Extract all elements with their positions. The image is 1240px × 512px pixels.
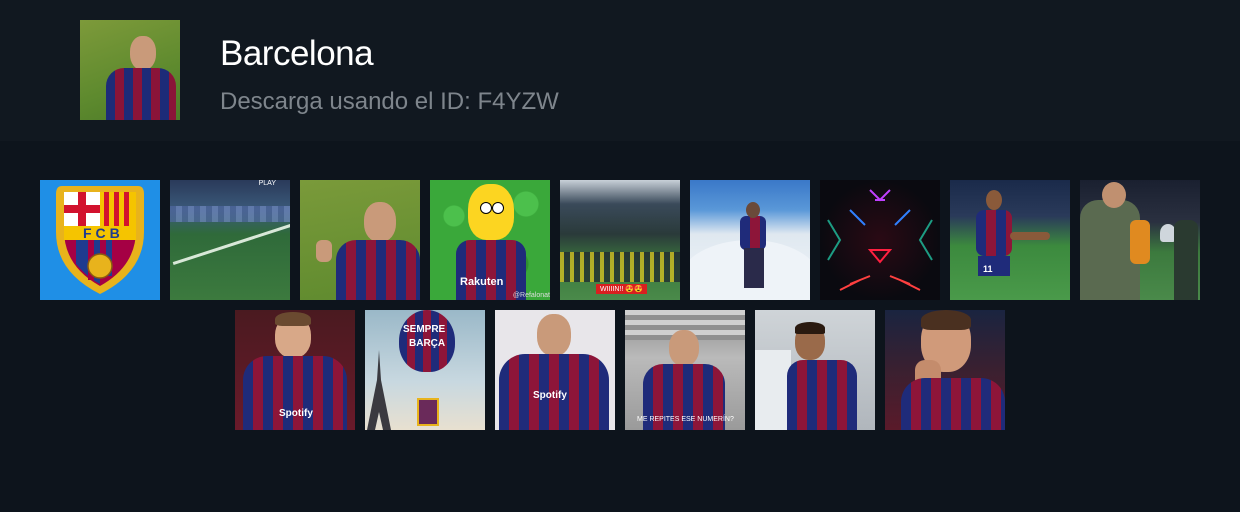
player-arm-shape <box>1010 232 1050 240</box>
player-head-shape <box>669 330 699 366</box>
homer-shirt-shape <box>456 240 526 300</box>
stand-shape <box>170 206 290 222</box>
gif-tile-lewandowski-new-kit[interactable]: Spotify <box>495 310 615 430</box>
player-shirt-shape <box>336 240 420 300</box>
crowd-shape <box>560 252 680 282</box>
gif-row-2: Spotify SEMPRE BARÇA Spotify ME REPITES … <box>0 310 1240 430</box>
orange-kit-shape <box>1130 220 1150 264</box>
seat-shape <box>755 350 791 430</box>
gif-tile-sempre-barca-balloon[interactable]: SEMPRE BARÇA <box>365 310 485 430</box>
spotify-label: Spotify <box>533 390 567 401</box>
balloon-basket-shape <box>417 398 439 426</box>
page-title: Barcelona <box>220 34 374 73</box>
subtitle-quote: ME REPITES ESE NUMERÍN? <box>637 416 734 423</box>
gif-tile-fans-celebration[interactable]: WIIIIN!! 😍😍 <box>560 180 680 300</box>
homer-eye-shape <box>480 202 492 214</box>
player-number: 11 <box>983 264 993 274</box>
avatar-head-shape <box>130 36 156 70</box>
player-legs-shape <box>744 248 764 288</box>
pitch-line-shape <box>172 221 290 266</box>
fans-banner: WIIIIN!! 😍😍 <box>596 284 647 294</box>
gif-tile-player-11-celebrating[interactable]: 11 <box>950 180 1070 300</box>
play-label: PLAY <box>258 180 276 187</box>
dark-coat-shape <box>1174 220 1198 300</box>
gif-tile-young-player-spotify-shirt[interactable]: Spotify <box>235 310 355 430</box>
gif-tile-me-repites-ese-numerin[interactable]: ME REPITES ESE NUMERÍN? <box>625 310 745 430</box>
gif-tile-messi-kiss[interactable] <box>885 310 1005 430</box>
gif-tile-lewandowski-gesture[interactable] <box>300 180 420 300</box>
header: Barcelona Descarga usando el ID: F4YZW <box>0 0 1240 141</box>
homer-credit: @Refalonat <box>512 292 550 299</box>
person-head-shape <box>1102 182 1126 208</box>
avatar-shirt-shape <box>106 68 176 120</box>
crest-text: FCB <box>83 225 124 241</box>
gif-tile-child-barca-shirt[interactable] <box>755 310 875 430</box>
player-shirt-shape <box>901 378 1005 430</box>
homer-head-shape <box>468 184 514 240</box>
balloon-text-2: BARÇA <box>409 338 446 349</box>
player-head-shape <box>364 202 396 242</box>
player-head-shape <box>986 190 1002 210</box>
gif-tile-snow-player[interactable] <box>690 180 810 300</box>
spotify-label: Spotify <box>279 408 313 419</box>
neon-pattern-icon <box>827 189 933 291</box>
gif-tile-fcb-crest[interactable]: FCB <box>40 180 160 300</box>
gif-tile-homer-barca-shirt[interactable]: Rakuten @Refalonat <box>430 180 550 300</box>
balloon-text-1: SEMPRE <box>403 324 446 335</box>
avatar <box>80 20 180 120</box>
gif-tile-neon-lights[interactable] <box>820 180 940 300</box>
player-hair-shape <box>275 312 311 326</box>
homer-shirt-sponsor: Rakuten <box>460 276 504 288</box>
gif-tile-stadium-play[interactable]: PLAY <box>170 180 290 300</box>
player-head-shape <box>746 202 760 218</box>
child-hair-shape <box>795 322 825 334</box>
player-hand-shape <box>316 240 332 262</box>
player-hair-shape <box>921 310 971 330</box>
homer-eye-shape <box>492 202 504 214</box>
player-head-shape <box>537 314 571 356</box>
eiffel-tower-icon <box>367 350 391 430</box>
gif-tile-players-with-trophy[interactable] <box>1080 180 1200 300</box>
player-shirt-shape <box>976 210 1012 256</box>
child-shirt-shape <box>787 360 857 430</box>
download-id-text: Descarga usando el ID: F4YZW <box>220 88 559 115</box>
gif-grid: FCB PLAY Rakuten @Refalonat WIIIIN!! 😍😍 <box>0 180 1240 440</box>
player-shirt-shape <box>740 216 766 250</box>
gif-row-1: FCB PLAY Rakuten @Refalonat WIIIIN!! 😍😍 <box>0 180 1240 300</box>
